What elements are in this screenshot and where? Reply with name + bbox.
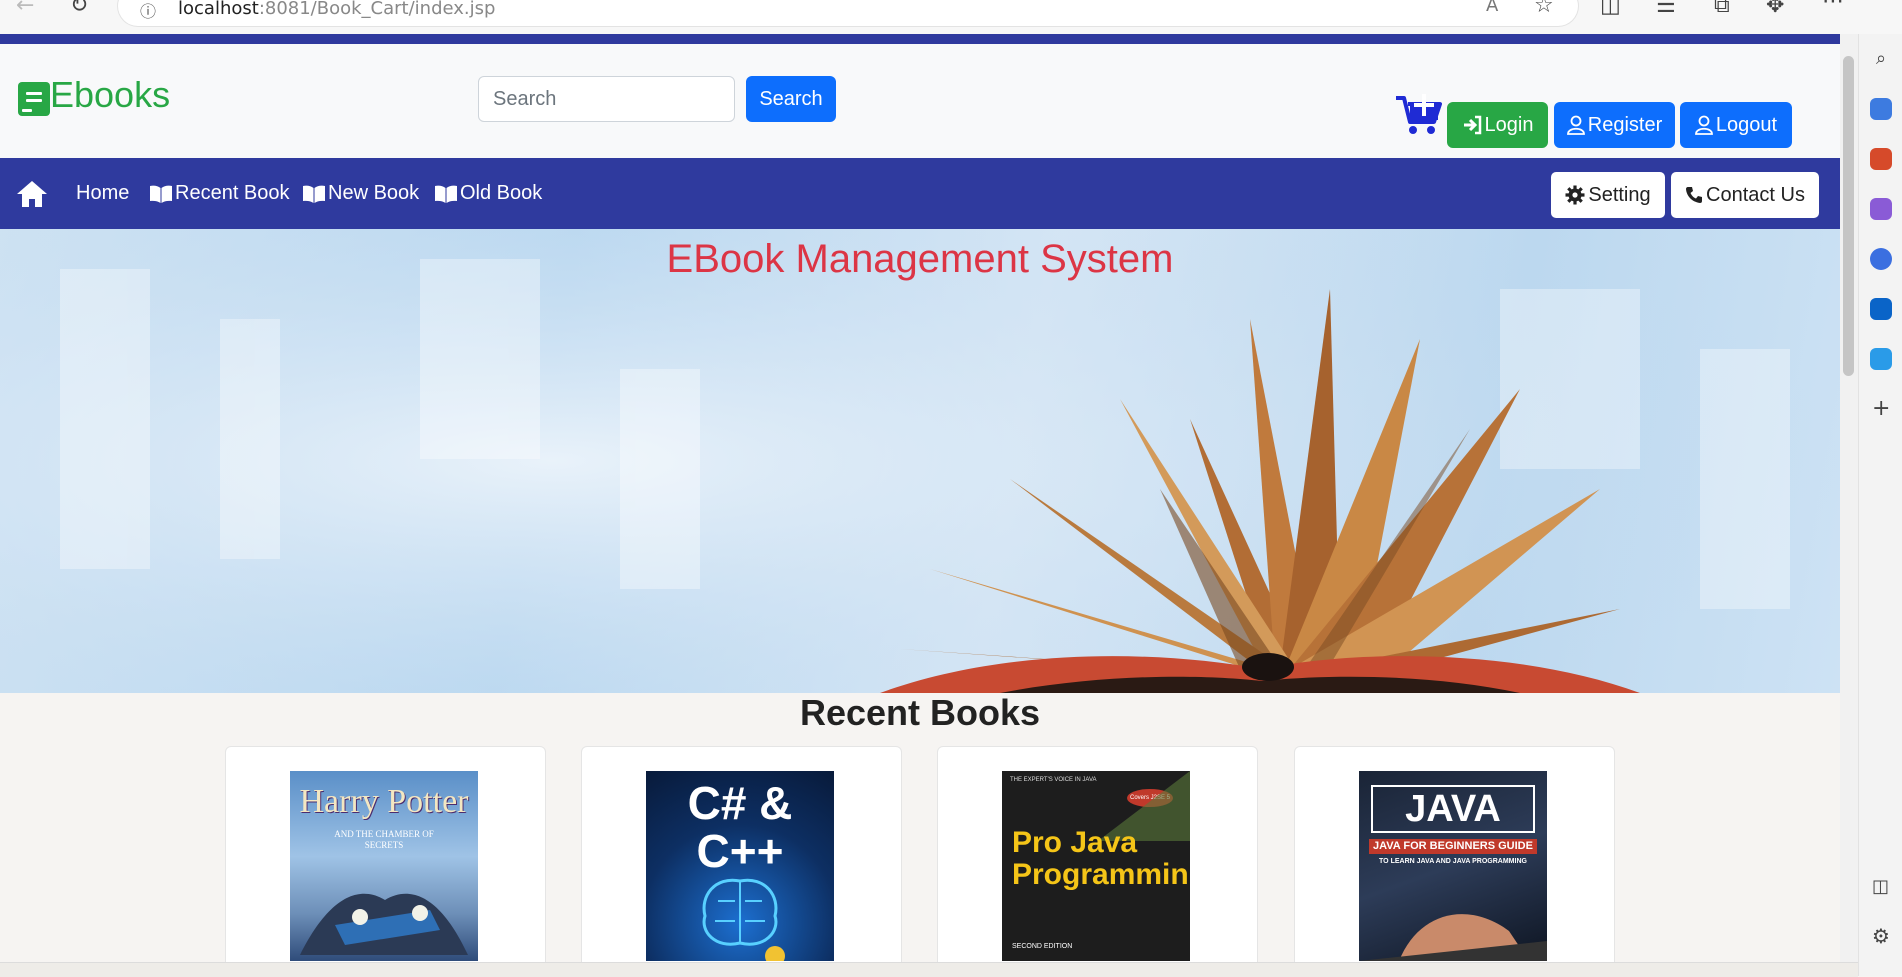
- nav-new-book[interactable]: New Book: [302, 158, 419, 229]
- book-cover[interactable]: JAVA JAVA FOR BEGINNERS GUIDE TO LEARN J…: [1359, 771, 1547, 961]
- register-button[interactable]: Register: [1554, 102, 1675, 148]
- main-navbar: Home Recent Book New Book Old Book Setti…: [0, 158, 1840, 229]
- logout-label: Logout: [1715, 113, 1778, 136]
- read-aloud-icon[interactable]: A: [1486, 0, 1498, 16]
- nav-new-label: New Book: [328, 182, 420, 204]
- logout-button[interactable]: Logout: [1680, 102, 1792, 148]
- phone-icon: [1686, 187, 1703, 203]
- login-label: Login: [1484, 113, 1534, 136]
- url-text[interactable]: localhost:8081/Book_Cart/index.jsp: [178, 0, 495, 18]
- open-book-icon: [435, 185, 457, 203]
- nav-old-label: Old Book: [460, 182, 543, 204]
- open-book-banner-image: [0, 229, 1840, 693]
- favorite-star-icon[interactable]: ☆: [1534, 0, 1554, 17]
- book-cover[interactable]: Harry Potter AND THE CHAMBER OF SECRETS: [290, 771, 478, 961]
- cover-edition: SECOND EDITION: [1012, 943, 1073, 950]
- search-input[interactable]: [478, 76, 735, 122]
- url-path: :8081/Book_Cart/index.jsp: [258, 0, 496, 19]
- brand-logo-text[interactable]: Ebooks: [50, 74, 170, 116]
- nav-old-book[interactable]: Old Book: [434, 158, 542, 229]
- url-host: localhost: [178, 0, 259, 19]
- sign-in-icon: [1463, 115, 1481, 135]
- outlook-icon[interactable]: [1870, 298, 1892, 320]
- scrollbar-thumb[interactable]: [1843, 56, 1854, 376]
- book-card[interactable]: Harry Potter AND THE CHAMBER OF SECRETS: [225, 746, 546, 962]
- web-page: Ebooks Search Login Register Logout Home: [0, 34, 1840, 962]
- home-icon[interactable]: [16, 180, 48, 208]
- cart-add-icon[interactable]: [1394, 94, 1442, 136]
- recent-books-heading: Recent Books: [799, 692, 1041, 733]
- settings-gear-icon[interactable]: ⚙: [1872, 924, 1890, 948]
- site-header: Ebooks Search Login Register Logout: [0, 44, 1840, 160]
- login-button[interactable]: Login: [1447, 102, 1548, 148]
- contact-us-button[interactable]: Contact Us: [1671, 172, 1819, 218]
- tools-icon[interactable]: [1870, 148, 1892, 170]
- nav-recent-label: Recent Book: [175, 182, 290, 204]
- extensions-icon[interactable]: ✥: [1766, 0, 1784, 17]
- back-icon[interactable]: ←: [16, 0, 34, 17]
- cover-subtitle: AND THE CHAMBER OF SECRETS: [334, 829, 434, 850]
- user-icon: [1566, 115, 1585, 135]
- search-icon[interactable]: ⌕: [1870, 48, 1892, 70]
- copilot-icon[interactable]: [1870, 248, 1892, 270]
- cover-title: Harry Potter: [299, 783, 469, 820]
- bottom-bar: [0, 962, 1858, 977]
- hero-title: EBook Management System: [666, 237, 1174, 281]
- site-info-icon[interactable]: ⓘ: [140, 0, 156, 22]
- nav-home[interactable]: Home: [76, 158, 129, 229]
- shopping-tag-icon[interactable]: [1870, 98, 1892, 120]
- book-cover[interactable]: C# & C++: [646, 771, 834, 961]
- gear-icon: [1565, 185, 1585, 205]
- browser-sidebar: ⌕ + ◫ ⚙: [1858, 34, 1902, 976]
- send-icon[interactable]: [1870, 348, 1892, 370]
- cover-subtitle: JAVA FOR BEGINNERS GUIDE: [1369, 839, 1537, 854]
- cover-title: JAVA: [1371, 785, 1535, 833]
- cover-title: C# & C++: [687, 777, 793, 877]
- book-card[interactable]: THE EXPERT'S VOICE IN JAVA Covers J2SE 5…: [937, 746, 1258, 962]
- book-cover[interactable]: THE EXPERT'S VOICE IN JAVA Covers J2SE 5…: [1002, 771, 1190, 961]
- search-button[interactable]: Search: [746, 76, 836, 122]
- setting-label: Setting: [1588, 183, 1651, 206]
- games-icon[interactable]: [1870, 198, 1892, 220]
- register-label: Register: [1587, 113, 1663, 136]
- top-color-strip: [0, 34, 1840, 44]
- setting-button[interactable]: Setting: [1551, 172, 1665, 218]
- browser-toolbar: ← ↻ ⓘ localhost:8081/Book_Cart/index.jsp…: [0, 0, 1902, 34]
- open-book-icon: [150, 185, 172, 203]
- book-icon: [18, 82, 50, 116]
- split-screen-icon[interactable]: ◫: [1600, 0, 1621, 17]
- nav-home-label: Home: [76, 182, 130, 204]
- hero-banner: EBook Management System: [0, 229, 1840, 693]
- open-book-icon: [303, 185, 325, 203]
- user-icon: [1695, 115, 1713, 135]
- more-menu-icon[interactable]: ⋯: [1822, 0, 1844, 13]
- contact-label: Contact Us: [1706, 183, 1805, 206]
- cover-tagline: THE EXPERT'S VOICE IN JAVA: [1010, 777, 1097, 783]
- nav-recent-book[interactable]: Recent Book: [149, 158, 290, 229]
- book-card[interactable]: JAVA JAVA FOR BEGINNERS GUIDE TO LEARN J…: [1294, 746, 1615, 962]
- reload-icon[interactable]: ↻: [70, 0, 88, 17]
- sidebar-toggle-icon[interactable]: ◫: [1872, 876, 1889, 897]
- cover-subtitle-2: TO LEARN JAVA AND JAVA PROGRAMMING: [1379, 858, 1527, 865]
- book-card[interactable]: C# & C++: [581, 746, 902, 962]
- collections-icon[interactable]: ⧉: [1714, 0, 1730, 17]
- cover-title: Pro Java Programming: [1012, 826, 1190, 891]
- add-icon[interactable]: +: [1872, 396, 1890, 421]
- favorites-icon[interactable]: ☰: [1656, 0, 1676, 17]
